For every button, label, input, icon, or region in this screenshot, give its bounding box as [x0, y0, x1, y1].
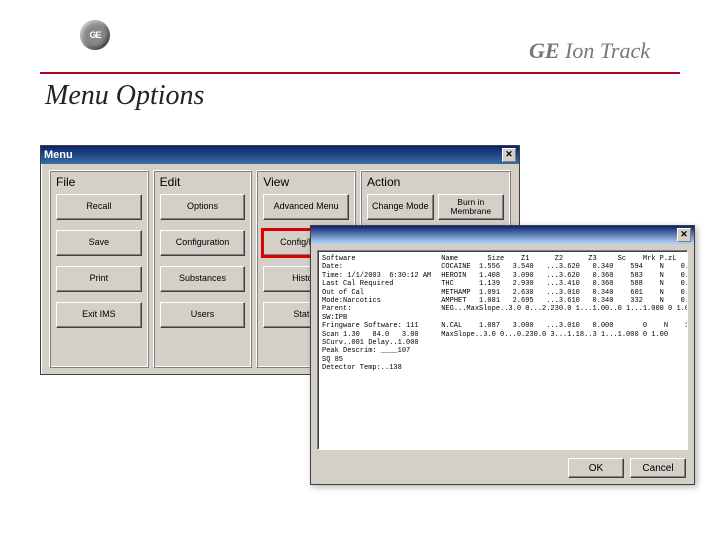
config-notes-window: ✕ Software Date: Time: 1/1/2003 6:30:12 … — [310, 225, 695, 485]
users-button[interactable]: Users — [160, 302, 246, 328]
notes-right-column: Name Size Z1 Z2 Z3 Sc Mrk P.zL COCAINE 1… — [441, 255, 688, 445]
save-button[interactable]: Save — [56, 230, 142, 256]
notes-titlebar: ✕ — [311, 226, 694, 244]
configuration-button[interactable]: Configuration — [160, 230, 246, 256]
brand-text: GE Ion Track — [529, 38, 650, 64]
group-view-header: View — [263, 175, 349, 189]
advanced-menu-button[interactable]: Advanced Menu — [263, 194, 349, 220]
menu-titlebar: Menu ✕ — [41, 146, 519, 164]
group-file-header: File — [56, 175, 142, 189]
recall-button[interactable]: Recall — [56, 194, 142, 220]
group-edit: Edit Options Configuration Substances Us… — [153, 170, 253, 368]
close-icon[interactable]: ✕ — [502, 148, 516, 162]
ge-logo: GE — [80, 20, 110, 50]
print-button[interactable]: Print — [56, 266, 142, 292]
brand-bold: GE — [529, 38, 560, 63]
exit-ims-button[interactable]: Exit IMS — [56, 302, 142, 328]
burn-in-membrane-button[interactable]: Burn in Membrane — [438, 194, 505, 220]
group-action-header: Action — [367, 175, 504, 189]
close-icon[interactable]: ✕ — [677, 228, 691, 242]
menu-title-label: Menu — [44, 149, 73, 161]
cancel-button[interactable]: Cancel — [630, 458, 686, 478]
group-edit-header: Edit — [160, 175, 246, 189]
group-file: File Recall Save Print Exit IMS — [49, 170, 149, 368]
slide-title: Menu Options — [45, 80, 204, 112]
brand-thin: Ion Track — [565, 38, 650, 63]
change-mode-button[interactable]: Change Mode — [367, 194, 434, 220]
substances-button[interactable]: Substances — [160, 266, 246, 292]
notes-left-column: Software Date: Time: 1/1/2003 6:30:12 AM… — [322, 255, 431, 445]
ok-button[interactable]: OK — [568, 458, 624, 478]
config-notes-textarea[interactable]: Software Date: Time: 1/1/2003 6:30:12 AM… — [317, 250, 688, 450]
options-button[interactable]: Options — [160, 194, 246, 220]
red-divider — [40, 72, 680, 74]
